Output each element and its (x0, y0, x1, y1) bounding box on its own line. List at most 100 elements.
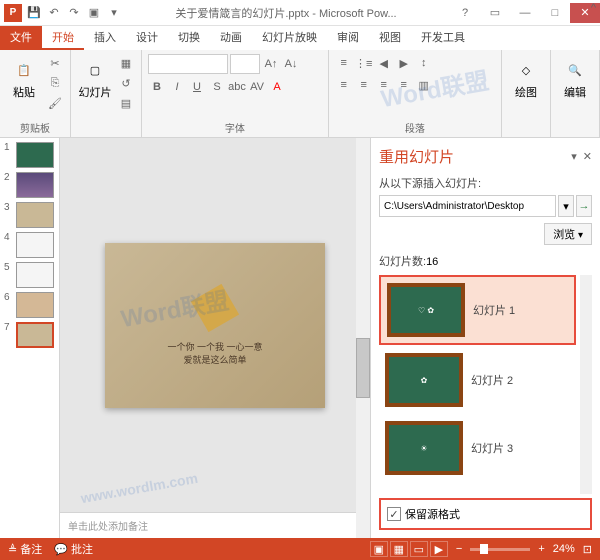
thumbnail-item[interactable]: 2 (4, 172, 55, 198)
reuse-slide-item[interactable]: ♡ ✿ 幻灯片 1 (379, 275, 576, 345)
increase-font-button[interactable]: A↑ (262, 55, 280, 73)
cut-button[interactable]: ✂ (46, 54, 64, 72)
tab-view[interactable]: 视图 (369, 26, 411, 50)
copy-button[interactable]: ⎘ (46, 74, 64, 92)
tab-review[interactable]: 审阅 (327, 26, 369, 50)
maximize-button[interactable]: □ (540, 3, 570, 23)
reading-view-button[interactable]: ▭ (410, 541, 428, 557)
tab-transitions[interactable]: 切换 (168, 26, 210, 50)
align-right-button[interactable]: ≡ (375, 76, 393, 94)
zoom-out-button[interactable]: − (456, 543, 462, 555)
slideshow-icon[interactable]: ▣ (86, 5, 102, 21)
format-painter-button[interactable]: 🖌 (46, 94, 64, 112)
keep-format-checkbox[interactable]: ✓ (387, 507, 401, 521)
thumb-6 (16, 292, 54, 318)
keep-format-row[interactable]: ✓ 保留源格式 (379, 498, 592, 530)
tab-developer[interactable]: 开发工具 (411, 26, 475, 50)
vertical-scrollbar[interactable] (356, 138, 370, 538)
thumbnail-item[interactable]: 1 (4, 142, 55, 168)
drawing-button[interactable]: ◇ 绘图 (508, 54, 544, 133)
undo-icon[interactable]: ↶ (46, 5, 62, 21)
window-title: 关于爱情箴言的幻灯片.pptx - Microsoft Pow... (122, 5, 450, 21)
slide-canvas[interactable]: 一个你 一个我 一心一意 爱就是这么简单 (60, 138, 370, 512)
strikethrough-button[interactable]: S (208, 78, 226, 96)
slide-thumbnails-panel: 1 2 3 4 5 6 7 (0, 138, 60, 538)
spacing-button[interactable]: AV (248, 78, 266, 96)
status-notes[interactable]: ≜ 备注 (8, 541, 42, 557)
tab-slideshow[interactable]: 幻灯片放映 (252, 26, 327, 50)
tab-home[interactable]: 开始 (42, 26, 84, 50)
underline-button[interactable]: U (188, 78, 206, 96)
thumbnail-item[interactable]: 5 (4, 262, 55, 288)
italic-button[interactable]: I (168, 78, 186, 96)
new-slide-button[interactable]: ▢ 幻灯片 (77, 54, 113, 133)
align-center-button[interactable]: ≡ (355, 76, 373, 94)
zoom-in-button[interactable]: + (538, 543, 544, 555)
columns-button[interactable]: ▥ (415, 76, 433, 94)
tab-file[interactable]: 文件 (0, 26, 42, 50)
align-left-button[interactable]: ≡ (335, 76, 353, 94)
ribbon-options-button[interactable]: ▭ (480, 3, 510, 23)
browse-button[interactable]: 浏览 ▾ (544, 223, 592, 245)
path-go-button[interactable]: → (576, 195, 592, 217)
tab-insert[interactable]: 插入 (84, 26, 126, 50)
panel-close-icon[interactable]: ✕ (583, 150, 592, 163)
tab-design[interactable]: 设计 (126, 26, 168, 50)
slideshow-view-button[interactable]: ▶ (430, 541, 448, 557)
slide-text-2: 爱就是这么简单 (183, 354, 246, 368)
bullets-button[interactable]: ≡ (335, 54, 353, 72)
redo-icon[interactable]: ↷ (66, 5, 82, 21)
notes-pane[interactable]: 单击此处添加备注 (60, 512, 370, 538)
status-comments[interactable]: 💬 批注 (54, 541, 93, 557)
reset-button[interactable]: ↺ (117, 74, 135, 92)
new-slide-icon: ▢ (83, 58, 107, 82)
collapse-ribbon-button[interactable]: ^ (591, 2, 596, 14)
thumbnail-item[interactable]: 3 (4, 202, 55, 228)
list-scrollbar[interactable] (580, 275, 592, 494)
tab-animations[interactable]: 动画 (210, 26, 252, 50)
current-slide: 一个你 一个我 一心一意 爱就是这么简单 (105, 243, 325, 408)
layout-button[interactable]: ▦ (117, 54, 135, 72)
group-paragraph: ≡ ⋮≡ ◀ ▶ ↕ ≡ ≡ ≡ ≡ ▥ 段落 (329, 50, 502, 137)
keep-format-label: 保留源格式 (405, 506, 460, 522)
save-icon[interactable]: 💾 (26, 5, 42, 21)
help-button[interactable]: ? (450, 3, 480, 23)
shadow-button[interactable]: abc (228, 78, 246, 96)
editing-button[interactable]: 🔍 编辑 (557, 54, 593, 133)
panel-dropdown-icon[interactable]: ▾ (571, 150, 577, 163)
decrease-indent-button[interactable]: ◀ (375, 54, 393, 72)
reuse-slide-name: 幻灯片 3 (471, 440, 513, 456)
bold-button[interactable]: B (148, 78, 166, 96)
font-family-select[interactable] (148, 54, 228, 74)
numbering-button[interactable]: ⋮≡ (355, 54, 373, 72)
paste-icon: 📋 (12, 58, 36, 82)
section-button[interactable]: ▤ (117, 94, 135, 112)
font-size-select[interactable] (230, 54, 260, 74)
increase-indent-button[interactable]: ▶ (395, 54, 413, 72)
source-path-input[interactable] (379, 195, 556, 217)
group-editing: 🔍 编辑 (551, 50, 600, 137)
path-dropdown-button[interactable]: ▾ (558, 195, 574, 217)
reuse-slide-item[interactable]: ✿ 幻灯片 2 (379, 347, 576, 413)
count-label: 幻灯片数: (379, 256, 426, 268)
font-group-label: 字体 (142, 120, 328, 135)
thumbnail-item[interactable]: 6 (4, 292, 55, 318)
qat-dropdown-icon[interactable]: ▾ (106, 5, 122, 21)
font-color-button[interactable]: A (268, 78, 286, 96)
drawing-label: 绘图 (515, 84, 537, 100)
justify-button[interactable]: ≡ (395, 76, 413, 94)
thumbnail-item[interactable]: 7 (4, 322, 55, 348)
sorter-view-button[interactable]: ▦ (390, 541, 408, 557)
zoom-level[interactable]: 24% (553, 543, 575, 555)
content-area: 1 2 3 4 5 6 7 一个你 一个我 一心一意 爱就是这么简单 单击此处添… (0, 138, 600, 538)
line-spacing-button[interactable]: ↕ (415, 54, 433, 72)
zoom-slider[interactable] (470, 548, 530, 551)
normal-view-button[interactable]: ▣ (370, 541, 388, 557)
fit-view-button[interactable]: ⊡ (583, 543, 592, 556)
thumbnail-item[interactable]: 4 (4, 232, 55, 258)
decrease-font-button[interactable]: A↓ (282, 55, 300, 73)
reuse-slide-item[interactable]: ☀ 幻灯片 3 (379, 415, 576, 481)
shapes-icon: ◇ (514, 58, 538, 82)
minimize-button[interactable]: — (510, 3, 540, 23)
slide-count-row: 幻灯片数:16 (379, 253, 592, 269)
